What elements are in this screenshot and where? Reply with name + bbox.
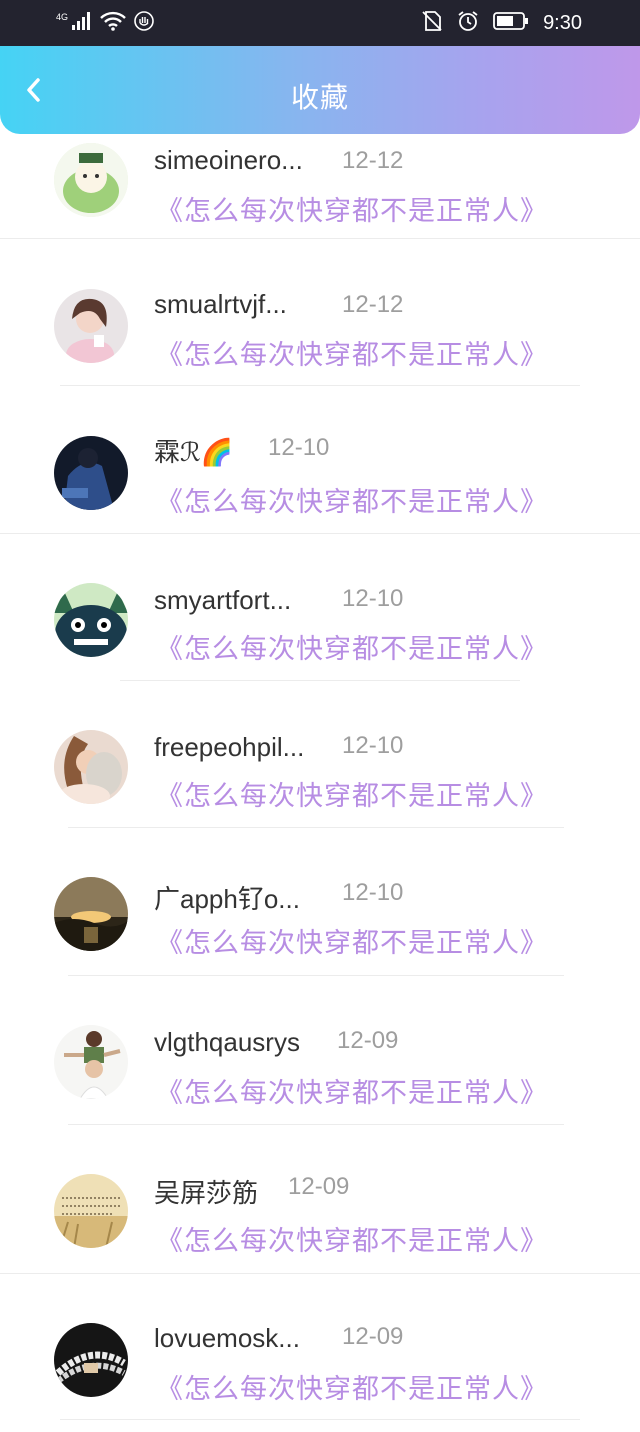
username: smualrtvjf... <box>154 289 287 319</box>
list-item[interactable]: smualrtvjf... 12-12 《怎么每次快穿都不是正常人》 <box>0 253 640 400</box>
book-title[interactable]: 《怎么每次快穿都不是正常人》 <box>156 189 548 228</box>
date: 12-10 <box>342 732 404 759</box>
app-header: 收藏 <box>0 46 640 134</box>
divider <box>120 680 520 681</box>
book-title[interactable]: 《怎么每次快穿都不是正常人》 <box>156 1071 548 1110</box>
list-item[interactable]: 广apph钌o... 12-10 《怎么每次快穿都不是正常人》 <box>0 841 640 988</box>
divider <box>68 975 564 976</box>
divider <box>0 238 640 239</box>
signal-icon <box>72 12 92 34</box>
avatar <box>54 1174 128 1248</box>
date: 12-12 <box>342 147 404 174</box>
no-sim-icon <box>421 10 443 36</box>
alarm-icon <box>457 10 479 36</box>
divider <box>68 827 564 828</box>
book-title[interactable]: 《怎么每次快穿都不是正常人》 <box>156 627 548 666</box>
date: 12-09 <box>288 1173 350 1200</box>
divider <box>0 1273 640 1274</box>
username: freepeohpil... <box>154 732 305 762</box>
wifi-icon <box>100 11 126 35</box>
book-title[interactable]: 《怎么每次快穿都不是正常人》 <box>156 1367 548 1406</box>
book-title[interactable]: 《怎么每次快穿都不是正常人》 <box>156 333 548 372</box>
list-item[interactable]: smyartfort... 12-10 《怎么每次快穿都不是正常人》 <box>0 547 640 694</box>
network-type: 4G <box>56 12 69 22</box>
username: 吴屏莎筋 <box>154 1178 259 1208</box>
divider <box>0 533 640 534</box>
list-item[interactable]: freepeohpil... 12-10 《怎么每次快穿都不是正常人》 <box>0 694 640 841</box>
battery-icon <box>493 12 529 34</box>
list-item[interactable]: 吴屏莎筋 12-09 《怎么每次快穿都不是正常人》 <box>0 1137 640 1284</box>
avatar <box>54 1323 128 1397</box>
username: smyartfort... <box>154 585 292 615</box>
username: lovuemosk... <box>154 1323 300 1353</box>
book-title[interactable]: 《怎么每次快穿都不是正常人》 <box>156 921 548 960</box>
date: 12-10 <box>268 434 330 461</box>
username: simeoinero... <box>154 145 303 175</box>
book-title[interactable]: 《怎么每次快穿都不是正常人》 <box>156 480 548 519</box>
list-item[interactable]: lovuemosk... 12-09 《怎么每次快穿都不是正常人》 <box>0 1285 640 1432</box>
avatar <box>54 289 128 363</box>
username: 霖ℛ🌈 <box>154 437 234 467</box>
divider <box>60 1419 580 1420</box>
page-title: 收藏 <box>290 81 349 114</box>
clock: 9:30 <box>543 11 582 34</box>
avatar <box>54 143 128 217</box>
book-title[interactable]: 《怎么每次快穿都不是正常人》 <box>156 1219 548 1258</box>
divider <box>60 385 580 386</box>
status-right: 9:30 <box>421 11 582 35</box>
date: 12-10 <box>342 585 404 612</box>
date: 12-10 <box>342 879 404 906</box>
username: vlgthqausrys <box>154 1027 300 1057</box>
divider <box>68 1124 564 1125</box>
hand-icon <box>134 11 154 35</box>
date: 12-12 <box>342 291 404 318</box>
avatar <box>54 436 128 510</box>
status-bar: 4G 9:30 <box>0 0 640 46</box>
avatar <box>54 583 128 657</box>
status-left: 4G <box>56 11 154 35</box>
date: 12-09 <box>337 1027 399 1054</box>
date: 12-09 <box>342 1323 404 1350</box>
avatar <box>54 877 128 951</box>
avatar <box>54 1025 128 1099</box>
username: 广apph钌o... <box>154 884 300 914</box>
book-title[interactable]: 《怎么每次快穿都不是正常人》 <box>156 774 548 813</box>
list-item[interactable]: vlgthqausrys 12-09 《怎么每次快穿都不是正常人》 <box>0 989 640 1136</box>
avatar <box>54 730 128 804</box>
list-item[interactable]: 霖ℛ🌈 12-10 《怎么每次快穿都不是正常人》 <box>0 400 640 547</box>
